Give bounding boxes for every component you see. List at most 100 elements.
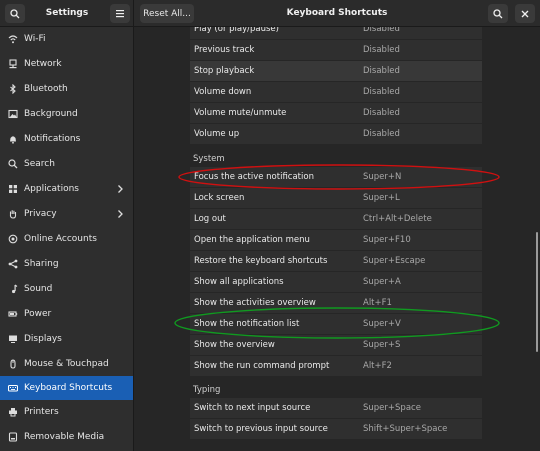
- sidebar-item-search[interactable]: Search: [0, 152, 133, 176]
- shortcut-row[interactable]: Play (or play/pause) Disabled: [190, 27, 482, 40]
- sidebar-item-label: Keyboard Shortcuts: [24, 383, 113, 393]
- shortcut-row[interactable]: Show the notification list Super+V: [190, 314, 482, 335]
- scrollbar[interactable]: [536, 232, 538, 352]
- shortcut-accel: Disabled: [363, 108, 400, 118]
- shortcut-row[interactable]: Volume up Disabled: [190, 124, 482, 145]
- shortcut-row[interactable]: Open the application menu Super+F10: [190, 230, 482, 251]
- sidebar-title: Settings: [45, 8, 89, 18]
- chevron-right-icon: [118, 210, 123, 218]
- sidebar-item-sharing[interactable]: Sharing: [0, 252, 133, 276]
- sidebar-item-wifi[interactable]: Wi-Fi: [0, 27, 133, 51]
- sidebar-item-power[interactable]: Power: [0, 302, 133, 326]
- bell-icon: [8, 134, 18, 144]
- shortcut-accel: Super+V: [363, 319, 401, 329]
- sidebar-item-notifications[interactable]: Notifications: [0, 127, 133, 151]
- chevron-right-icon: [118, 185, 123, 193]
- sidebar-item-label: Network: [24, 59, 62, 69]
- shortcut-row[interactable]: Volume down Disabled: [190, 82, 482, 103]
- shortcut-accel: Disabled: [363, 129, 400, 139]
- sidebar-item-label: Sound: [24, 284, 53, 294]
- shortcut-accel: Alt+F2: [363, 361, 392, 371]
- reset-all-button[interactable]: Reset All...: [140, 4, 194, 23]
- shortcut-row[interactable]: Switch to next input source Super+Space: [190, 398, 482, 419]
- sidebar-item-label: Online Accounts: [24, 234, 97, 244]
- shortcut-row[interactable]: Show the overview Super+S: [190, 335, 482, 356]
- sidebar-item-removable-media[interactable]: Removable Media: [0, 425, 133, 449]
- close-button[interactable]: [515, 4, 535, 23]
- shortcut-name: Switch to previous input source: [194, 424, 328, 434]
- shortcut-name: Restore the keyboard shortcuts: [194, 256, 328, 266]
- sidebar-header: Settings: [0, 0, 134, 27]
- sidebar-item-label: Search: [24, 159, 55, 169]
- display-icon: [8, 334, 18, 344]
- shortcut-name: Log out: [194, 214, 226, 224]
- shortcut-row[interactable]: Restore the keyboard shortcuts Super+Esca…: [190, 251, 482, 272]
- shortcut-row[interactable]: Stop playback Disabled: [190, 61, 482, 82]
- shortcut-accel: Super+Space: [363, 403, 421, 413]
- shortcuts-panel: Play (or play/pause) Disabled Previous tr…: [134, 27, 540, 451]
- shortcut-accel: Super+S: [363, 340, 401, 350]
- sidebar-item-bluetooth[interactable]: Bluetooth: [0, 77, 133, 101]
- sidebar-item-keyboard-shortcuts[interactable]: Keyboard Shortcuts: [0, 376, 133, 400]
- sidebar-item-applications[interactable]: Applications: [0, 177, 133, 201]
- shortcut-accel: Super+Escape: [363, 256, 426, 266]
- shortcut-row[interactable]: Show all applications Super+A: [190, 272, 482, 293]
- shortcut-accel: Super+L: [363, 193, 400, 203]
- music-note-icon: [8, 284, 18, 294]
- wifi-icon: [8, 34, 18, 44]
- shortcut-name: Show the activities overview: [194, 298, 316, 308]
- sidebar-item-label: Power: [24, 309, 52, 319]
- content-header: Reset All... Keyboard Shortcuts: [134, 0, 540, 27]
- close-icon: [521, 10, 529, 17]
- shortcut-accel: Ctrl+Alt+Delete: [363, 214, 432, 224]
- sidebar-item-online-accounts[interactable]: Online Accounts: [0, 227, 133, 251]
- shortcut-row[interactable]: Previous track Disabled: [190, 40, 482, 61]
- sidebar-item-label: Removable Media: [24, 432, 105, 442]
- sidebar-item-label: Wi-Fi: [24, 34, 46, 44]
- sidebar-item-mouse-touchpad[interactable]: Mouse & Touchpad: [0, 352, 133, 376]
- sidebar-item-label: Notifications: [24, 134, 81, 144]
- sidebar-item-sound[interactable]: Sound: [0, 277, 133, 301]
- shortcut-search-button[interactable]: [488, 4, 508, 23]
- sidebar-item-privacy[interactable]: Privacy: [0, 202, 133, 226]
- network-icon: [8, 59, 18, 69]
- shortcut-row[interactable]: Log out Ctrl+Alt+Delete: [190, 209, 482, 230]
- shortcut-row[interactable]: Focus the active notification Super+N: [190, 167, 482, 188]
- shortcut-name: Switch to next input source: [194, 403, 311, 413]
- section-heading-typing: Typing: [193, 385, 221, 395]
- sidebar-item-network[interactable]: Network: [0, 52, 133, 76]
- shortcut-accel: Disabled: [363, 66, 400, 76]
- background-icon: [8, 109, 18, 119]
- share-icon: [8, 259, 18, 269]
- shortcut-row[interactable]: Volume mute/unmute Disabled: [190, 103, 482, 124]
- sidebar-item-label: Displays: [24, 334, 62, 344]
- power-icon: [8, 309, 18, 319]
- shortcut-name: Volume mute/unmute: [194, 108, 287, 118]
- media-icon: [8, 432, 18, 442]
- shortcut-name: Volume up: [194, 129, 240, 139]
- shortcut-accel: Disabled: [363, 45, 400, 55]
- shortcut-row[interactable]: Switch to previous input source Shift+Sup…: [190, 419, 482, 440]
- shortcut-name: Open the application menu: [194, 235, 310, 245]
- sidebar-item-printers[interactable]: Printers: [0, 400, 133, 424]
- sidebar: Wi-Fi Network Bluetooth Background Notif…: [0, 27, 134, 451]
- shortcut-name: Show the notification list: [194, 319, 300, 329]
- shortcut-accel: Disabled: [363, 27, 400, 34]
- mouse-icon: [8, 359, 18, 369]
- search-icon: [493, 8, 503, 18]
- shortcut-name: Volume down: [194, 87, 252, 97]
- shortcut-accel: Alt+F1: [363, 298, 392, 308]
- menu-button[interactable]: [110, 4, 130, 23]
- sidebar-item-displays[interactable]: Displays: [0, 327, 133, 351]
- shortcut-name: Previous track: [194, 45, 255, 55]
- search-button[interactable]: [5, 4, 25, 23]
- settings-window: Settings Reset All... Keyboard Shortcuts…: [0, 0, 540, 451]
- shortcut-row[interactable]: Show the run command prompt Alt+F2: [190, 356, 482, 377]
- shortcut-accel: Super+A: [363, 277, 401, 287]
- shortcut-accel: Disabled: [363, 87, 400, 97]
- shortcut-row[interactable]: Show the activities overview Alt+F1: [190, 293, 482, 314]
- sidebar-item-label: Printers: [24, 407, 59, 417]
- shortcut-row[interactable]: Lock screen Super+L: [190, 188, 482, 209]
- online-accounts-icon: [8, 234, 18, 244]
- sidebar-item-background[interactable]: Background: [0, 102, 133, 126]
